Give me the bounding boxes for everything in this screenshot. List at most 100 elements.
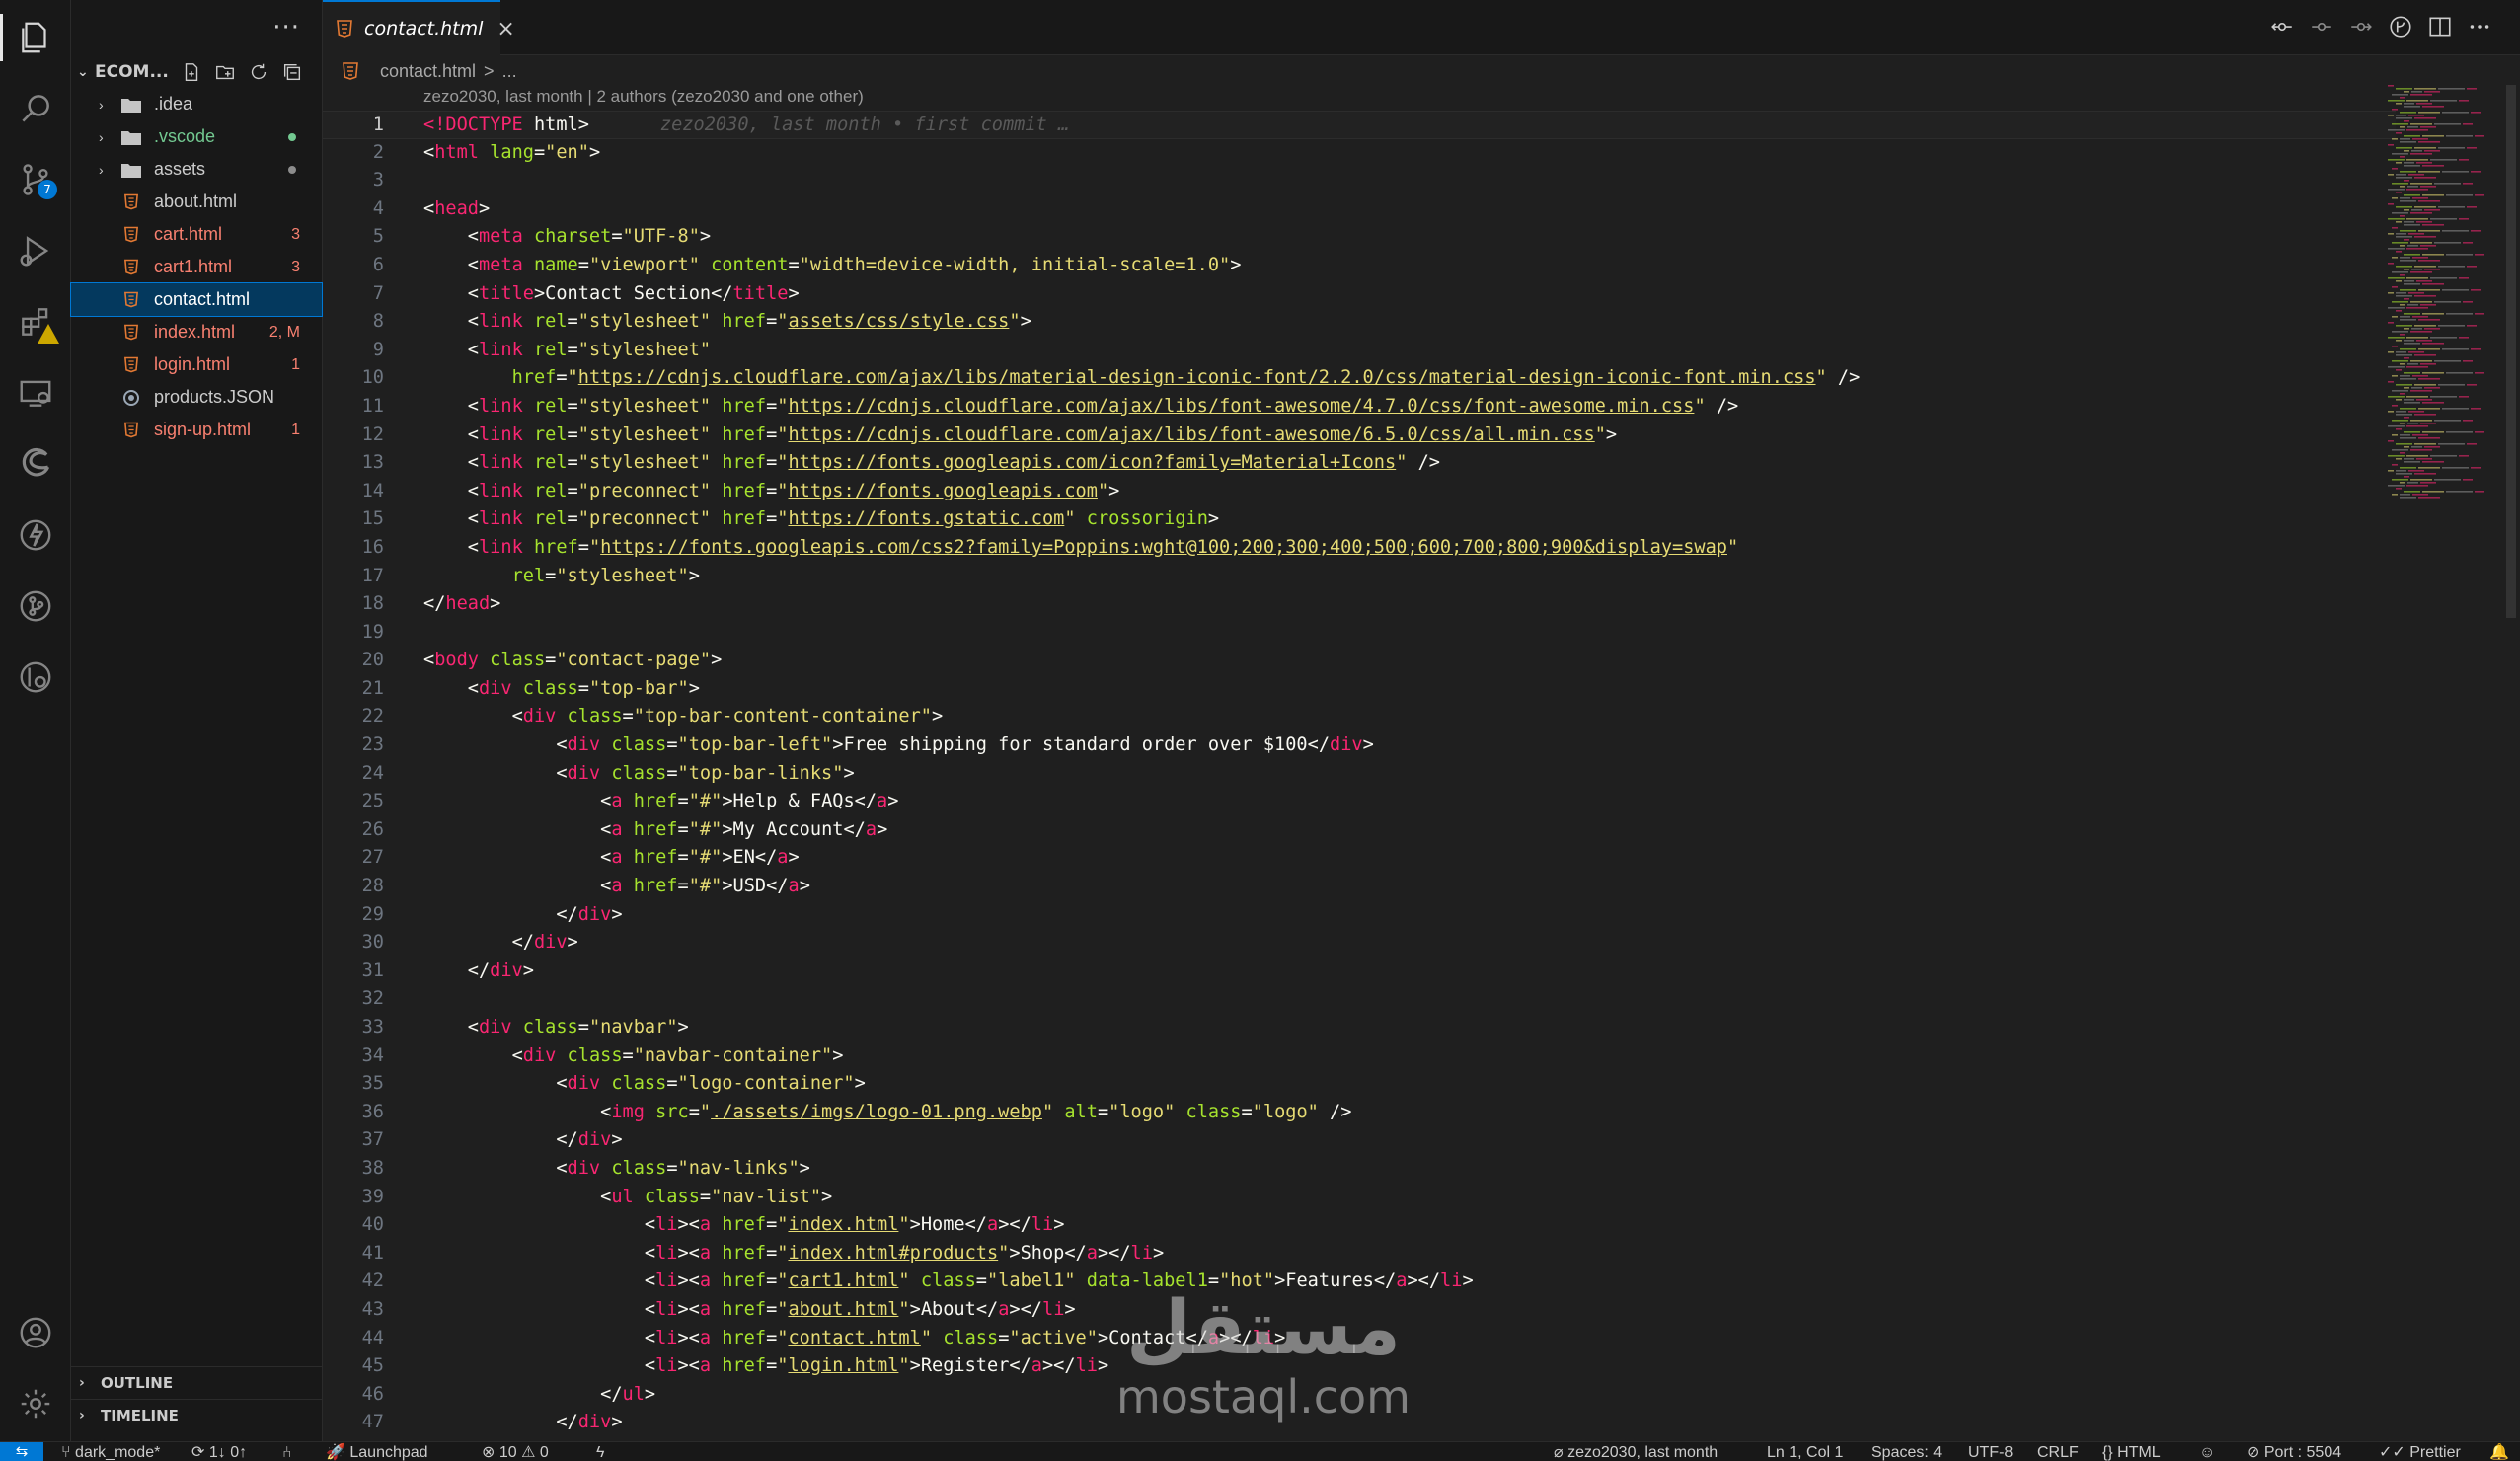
inline-blame[interactable]: zezo2030, last month • first commit …: [660, 115, 1069, 135]
code-token[interactable]: index.html#products: [788, 1243, 998, 1264]
code-token[interactable]: https://fonts.gstatic.com: [788, 508, 1064, 529]
gitlens-codelens[interactable]: zezo2030, last month | 2 authors (zezo20…: [423, 87, 864, 107]
file-tree-item[interactable]: › .idea: [71, 88, 322, 120]
code-token[interactable]: cart1.html: [788, 1270, 898, 1291]
workspace-root[interactable]: ⌄ ECOM...: [71, 55, 322, 88]
code-line[interactable]: 35 <div class="logo-container">: [323, 1070, 2396, 1099]
code-token[interactable]: ./assets/imgs/logo-01.png.webp: [711, 1102, 1042, 1122]
file-tree-item[interactable]: about.html: [71, 186, 322, 218]
code-line[interactable]: 16 <link href="https://fonts.googleapis.…: [323, 534, 2396, 563]
outline-section[interactable]: › OUTLINE: [71, 1366, 323, 1399]
code-line[interactable]: 36 <img src="./assets/imgs/logo-01.png.w…: [323, 1099, 2396, 1127]
branch-indicator[interactable]: ⑂ dark_mode*: [61, 1442, 160, 1461]
code-token[interactable]: about.html: [788, 1299, 898, 1320]
code-line[interactable]: 13 <link rel="stylesheet" href="https://…: [323, 449, 2396, 478]
bolt-icon[interactable]: ϟ: [596, 1442, 604, 1461]
minimap[interactable]: [2384, 85, 2492, 500]
git-graph-icon[interactable]: [0, 577, 71, 636]
file-tree-item[interactable]: cart1.html 3: [71, 251, 322, 283]
code-line[interactable]: 10 href="https://cdnjs.cloudflare.com/aj…: [323, 364, 2396, 393]
line-ending[interactable]: CRLF: [2037, 1442, 2079, 1461]
code-line[interactable]: 40 <li><a href="index.html">Home</a></li…: [323, 1211, 2396, 1240]
code-line[interactable]: 31 </div>: [323, 958, 2396, 986]
indentation[interactable]: Spaces: 4: [1871, 1442, 1942, 1461]
code-line[interactable]: 12 <link rel="stylesheet" href="https://…: [323, 422, 2396, 450]
vertical-scrollbar[interactable]: [2504, 55, 2520, 1441]
git-graph-icon[interactable]: ⑃: [282, 1442, 292, 1461]
code-line[interactable]: 27 <a href="#">EN</a>: [323, 844, 2396, 873]
code-line[interactable]: 2 <html lang="en">: [323, 139, 2396, 168]
explorer-icon[interactable]: [0, 8, 71, 67]
code-token[interactable]: index.html: [788, 1214, 898, 1235]
file-tree-item[interactable]: login.html 1: [71, 348, 322, 381]
file-tree-item[interactable]: contact.html: [70, 282, 323, 317]
new-file-icon[interactable]: [181, 61, 202, 83]
code-line[interactable]: 19: [323, 619, 2396, 648]
thunder-client-icon[interactable]: [0, 505, 71, 565]
remote-indicator[interactable]: ⇆: [0, 1442, 43, 1461]
code-token[interactable]: https://cdnjs.cloudflare.com/ajax/libs/f…: [788, 396, 1694, 417]
breadcrumb-rest[interactable]: ...: [502, 61, 517, 82]
copilot-icon[interactable]: ☺: [2199, 1442, 2215, 1461]
file-tree-item[interactable]: › assets: [71, 153, 322, 186]
problems-indicator[interactable]: ⊗ 10 ⚠ 0: [482, 1442, 549, 1461]
code-token[interactable]: contact.html: [788, 1328, 920, 1348]
code-token[interactable]: login.html: [788, 1355, 898, 1376]
code-line[interactable]: 38 <div class="nav-links">: [323, 1155, 2396, 1184]
code-line[interactable]: 37 </div>: [323, 1126, 2396, 1155]
more-actions-icon[interactable]: [2467, 14, 2492, 39]
file-tree-item[interactable]: › .vscode: [71, 120, 322, 153]
code-line[interactable]: 14 <link rel="preconnect" href="https://…: [323, 478, 2396, 506]
code-line[interactable]: 15 <link rel="preconnect" href="https://…: [323, 505, 2396, 534]
code-line[interactable]: 24 <div class="top-bar-links">: [323, 760, 2396, 789]
code-token[interactable]: https://cdnjs.cloudflare.com/ajax/libs/m…: [578, 367, 1816, 388]
gitlens-inspect-icon[interactable]: [2388, 14, 2413, 39]
code-line[interactable]: 6 <meta name="viewport" content="width=d…: [323, 252, 2396, 280]
code-line[interactable]: 26 <a href="#">My Account</a>: [323, 816, 2396, 845]
code-token[interactable]: https://cdnjs.cloudflare.com/ajax/libs/f…: [788, 424, 1594, 445]
code-line[interactable]: 9 <link rel="stylesheet": [323, 337, 2396, 365]
close-icon[interactable]: ×: [496, 17, 514, 41]
code-line[interactable]: 30 </div>: [323, 929, 2396, 958]
code-token[interactable]: https://fonts.googleapis.com: [788, 481, 1097, 501]
settings-gear-icon[interactable]: [0, 1374, 71, 1433]
code-token[interactable]: https://fonts.googleapis.com/css2?family…: [600, 537, 1727, 558]
code-line[interactable]: 29 </div>: [323, 901, 2396, 930]
file-tree-item[interactable]: cart.html 3: [71, 218, 322, 251]
search-icon[interactable]: [0, 79, 71, 138]
breadcrumb-file[interactable]: contact.html: [380, 61, 476, 82]
collapse-all-icon[interactable]: [281, 61, 303, 83]
open-changes-icon[interactable]: [2269, 14, 2295, 39]
language-mode[interactable]: {} HTML: [2102, 1442, 2161, 1461]
encoding[interactable]: UTF-8: [1968, 1442, 2013, 1461]
code-line[interactable]: 3: [323, 167, 2396, 195]
live-server-port[interactable]: ⊘ Port : 5504: [2247, 1442, 2341, 1461]
code-line[interactable]: 34 <div class="navbar-container">: [323, 1042, 2396, 1071]
tab-contact-html[interactable]: contact.html ×: [323, 0, 515, 55]
source-control-icon[interactable]: 7: [0, 150, 71, 209]
prettier-status[interactable]: ✓✓ Prettier: [2379, 1442, 2461, 1461]
code-line[interactable]: 25 <a href="#">Help & FAQs</a>: [323, 788, 2396, 816]
next-revision-icon[interactable]: [2348, 14, 2374, 39]
code-line[interactable]: 21 <div class="top-bar">: [323, 675, 2396, 704]
code-line[interactable]: 20 <body class="contact-page">: [323, 647, 2396, 675]
timeline-section[interactable]: › TIMELINE: [71, 1399, 323, 1431]
code-token[interactable]: https://fonts.googleapis.com/icon?family…: [788, 452, 1396, 473]
cursor-position[interactable]: Ln 1, Col 1: [1767, 1442, 1843, 1461]
remote-explorer-icon[interactable]: [0, 363, 71, 423]
code-line[interactable]: 1 <!DOCTYPE html> zezo2030, last month • f…: [323, 111, 2396, 139]
notifications-icon[interactable]: 🔔: [2489, 1442, 2509, 1461]
file-tree-item[interactable]: index.html 2, M: [71, 316, 322, 348]
code-line[interactable]: 11 <link rel="stylesheet" href="https://…: [323, 393, 2396, 422]
scrollbar-thumb[interactable]: [2506, 85, 2516, 618]
run-debug-icon[interactable]: [0, 221, 71, 280]
more-actions-icon[interactable]: ···: [272, 13, 300, 42]
code-line[interactable]: 32: [323, 985, 2396, 1014]
code-line[interactable]: 33 <div class="navbar">: [323, 1014, 2396, 1042]
extensions-icon[interactable]: [0, 292, 71, 351]
gitlens-icon[interactable]: [0, 648, 71, 707]
code-line[interactable]: 28 <a href="#">USD</a>: [323, 873, 2396, 901]
split-editor-icon[interactable]: [2427, 14, 2453, 39]
code-line[interactable]: 22 <div class="top-bar-content-container…: [323, 703, 2396, 731]
new-folder-icon[interactable]: [214, 61, 236, 83]
